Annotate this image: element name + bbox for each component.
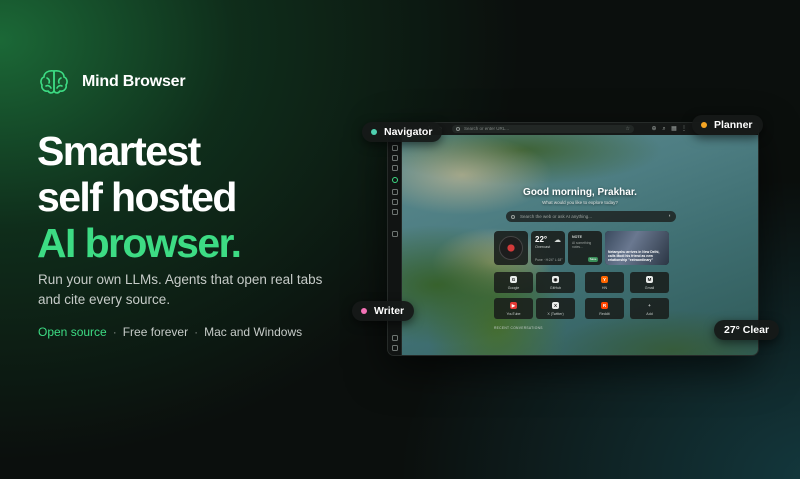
search-icon — [511, 214, 515, 219]
menu-icon[interactable]: ⋮ — [680, 125, 688, 133]
vinyl-record-icon — [499, 236, 523, 260]
x-icon: X — [552, 302, 559, 309]
search-icon[interactable]: ⌕ — [660, 125, 668, 133]
shortcut-label: HN — [601, 286, 608, 290]
feature-open-source: Open source — [38, 325, 107, 339]
note-save-button[interactable]: Save — [588, 257, 598, 262]
plus-icon: + — [648, 303, 651, 308]
browser-preview: ‹ › ↻ ⌂ Search or enter URL... ☆ ⊕ ⌕ ▦ ⋮… — [387, 122, 759, 356]
greeting: Good morning, Prakhar. — [523, 187, 637, 198]
shortcut-add[interactable]: + Add — [630, 298, 669, 319]
browser-sidebar — [388, 135, 402, 355]
planner-agent-chip[interactable]: Planner — [692, 115, 763, 135]
sidebar-tab-icon[interactable] — [392, 209, 398, 215]
recent-conversations-label[interactable]: RECENT CONVERSATIONS — [494, 326, 543, 330]
hero-description: Run your own LLMs. Agents that open real… — [38, 272, 323, 307]
weather-chip-label: 27° Clear — [724, 324, 770, 336]
brain-logo-icon — [40, 70, 68, 94]
sidebar-tab-icon[interactable] — [392, 189, 398, 195]
headline-line-1: Smartest — [37, 128, 201, 174]
zoom-icon[interactable]: ⊕ — [650, 125, 658, 133]
google-icon: G — [510, 276, 517, 283]
weather-condition: Overcast — [535, 245, 551, 249]
news-widget[interactable]: Netanyahu arrives in New Delhi, calls Mo… — [605, 231, 669, 265]
shortcut-youtube[interactable]: ▶ YouTube — [494, 298, 533, 319]
shortcut-google[interactable]: G Google — [494, 272, 533, 293]
gmail-icon: M — [646, 276, 653, 283]
shortcut-hn[interactable]: Y HN — [585, 272, 624, 293]
search-input[interactable]: Search the web or ask AI anything... ◖ — [506, 211, 676, 222]
feature-separator: · — [112, 325, 117, 339]
search-icon — [456, 127, 460, 131]
url-bar[interactable]: Search or enter URL... ☆ — [452, 125, 634, 133]
sidebar-tab-icon[interactable] — [392, 165, 398, 171]
weather-chip: 27° Clear — [714, 320, 780, 340]
brand-name: Mind Browser — [82, 73, 186, 90]
new-tab-page: Good morning, Prakhar. What would you li… — [402, 135, 758, 355]
reddit-icon: R — [601, 302, 608, 309]
writer-label: Writer — [374, 305, 405, 317]
github-icon: ◉ — [552, 276, 559, 283]
sidebar-add-icon[interactable] — [392, 231, 398, 237]
headline-line-3: AI browser. — [37, 220, 242, 266]
search-placeholder: Search the web or ask AI anything... — [520, 214, 593, 219]
hn-icon: Y — [601, 276, 608, 283]
news-headline: Netanyahu arrives in New Delhi, calls Mo… — [608, 250, 660, 262]
weather-temp: 22° — [535, 235, 548, 244]
shortcut-label: YouTube — [506, 312, 521, 316]
feature-free: Free forever — [122, 325, 189, 339]
sidebar-tab-icon[interactable] — [392, 145, 398, 151]
url-placeholder: Search or enter URL... — [464, 126, 510, 131]
shortcut-gmail[interactable]: M Gmail — [630, 272, 669, 293]
sidebar-tab-icon[interactable] — [392, 155, 398, 161]
navigator-label: Navigator — [384, 126, 433, 138]
shortcut-label: X (Twitter) — [547, 312, 564, 316]
feature-list: Open source · Free forever · Mac and Win… — [38, 325, 302, 339]
status-dot-icon — [701, 122, 707, 128]
shortcut-x[interactable]: X X (Twitter) — [536, 298, 575, 319]
shortcut-label: Add — [646, 312, 653, 316]
feature-platforms: Mac and Windows — [204, 325, 303, 339]
note-body: AI something notes... — [572, 241, 592, 249]
shortcut-reddit[interactable]: R Reddit — [585, 298, 624, 319]
microphone-icon[interactable]: ◖ — [668, 211, 671, 222]
brand-header: Mind Browser — [38, 66, 186, 98]
extensions-icon[interactable]: ▦ — [670, 125, 678, 133]
sidebar-profile-icon[interactable] — [392, 345, 398, 351]
weather-widget[interactable]: 22° ☁ Overcast Pune · H:24° L:18° — [531, 231, 565, 265]
shortcut-label: Reddit — [599, 312, 610, 316]
shortcut-label: GitHub — [549, 286, 562, 290]
cloud-icon: ☁ — [554, 237, 561, 244]
feature-separator: · — [194, 325, 199, 339]
shortcut-github[interactable]: ◉ GitHub — [536, 272, 575, 293]
youtube-icon: ▶ — [510, 302, 517, 309]
bookmark-icon[interactable]: ☆ — [626, 125, 630, 133]
sidebar-tab-icon[interactable] — [392, 199, 398, 205]
greeting-subtitle: What would you like to explore today? — [542, 200, 618, 205]
hero-headline: Smartest self hosted AI browser. — [37, 128, 242, 266]
writer-agent-chip[interactable]: Writer — [352, 301, 415, 321]
shortcut-label: Google — [507, 286, 520, 290]
note-widget[interactable]: NOTE AI something notes... Save — [568, 231, 602, 265]
note-title: NOTE — [572, 235, 582, 239]
headline-line-2: self hosted — [37, 174, 237, 220]
shortcut-label: Gmail — [644, 286, 655, 290]
sidebar-ai-icon[interactable] — [392, 177, 398, 183]
planner-label: Planner — [714, 119, 753, 131]
weather-meta: Pune · H:24° L:18° — [535, 258, 563, 262]
status-dot-icon — [361, 308, 367, 314]
music-widget[interactable] — [494, 231, 528, 265]
status-dot-icon — [371, 129, 377, 135]
sidebar-settings-icon[interactable] — [392, 335, 398, 341]
navigator-agent-chip[interactable]: Navigator — [362, 122, 443, 142]
